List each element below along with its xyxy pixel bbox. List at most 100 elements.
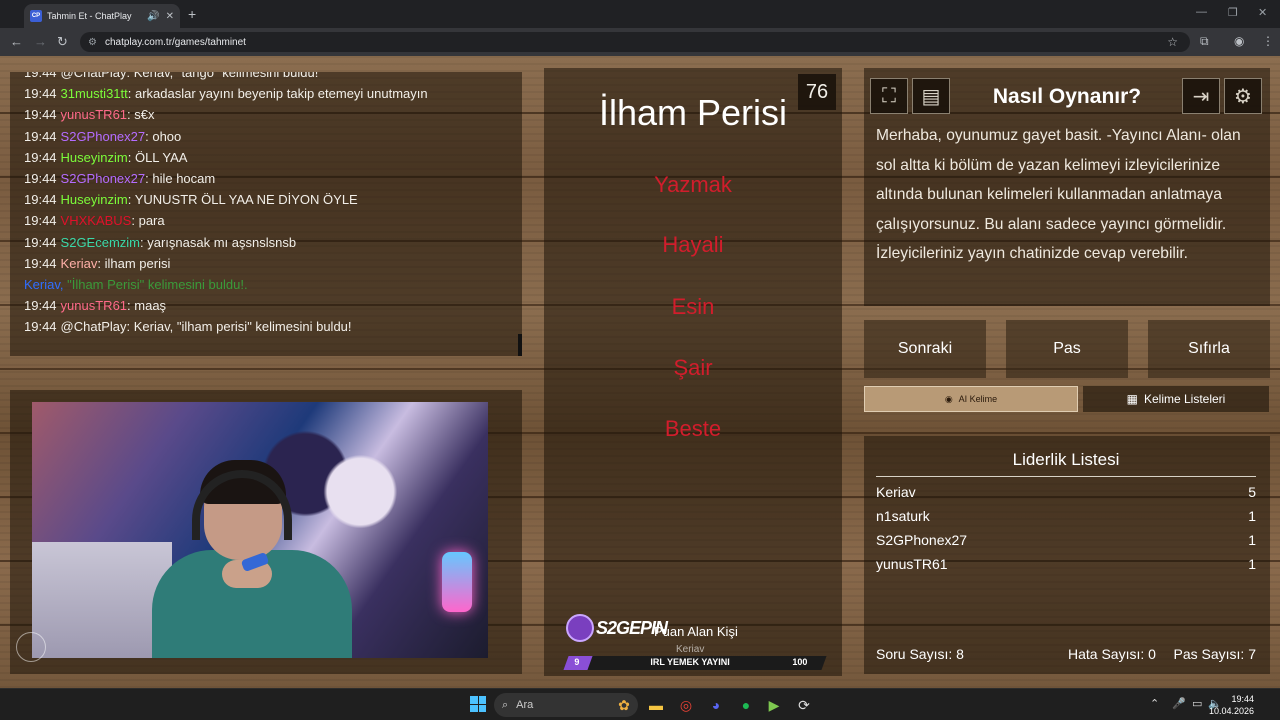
stream-bar: 9 IRL YEMEK YAYINI 100 bbox=[563, 656, 827, 670]
message-user[interactable]: @ChatPlay bbox=[61, 319, 127, 334]
close-tab-icon[interactable]: ✕ bbox=[166, 11, 174, 22]
chrome-icon[interactable]: ◎ bbox=[676, 695, 696, 715]
message-user[interactable]: yunusTR61 bbox=[61, 298, 127, 313]
microphone-icon[interactable]: 🎤 bbox=[1172, 697, 1186, 710]
streamer-area: 76 İlham Perisi Yazmak Hayali Esin Şair … bbox=[544, 68, 842, 676]
message-user[interactable]: yunusTR61 bbox=[61, 107, 127, 122]
message-text: : hile hocam bbox=[145, 171, 216, 187]
chatplay-favicon-icon: CP bbox=[30, 10, 42, 22]
new-tab-icon[interactable]: + bbox=[188, 6, 196, 22]
url-field[interactable]: ⚙ chatplay.com.tr/games/tahminet ☆ bbox=[80, 32, 1190, 52]
chat-message: 19:44 yunusTR61: s€x bbox=[24, 104, 508, 125]
how-to-panel: ⛶ ▤ Nasıl Oynanır? ⇥ ⚙ Merhaba, oyunumuz… bbox=[864, 68, 1270, 306]
file-explorer-icon[interactable]: ▬ bbox=[646, 695, 666, 715]
extensions-icon[interactable]: ⧉ bbox=[1200, 34, 1209, 49]
leaderboard-row: yunusTR61 1 bbox=[876, 556, 1256, 572]
player-name: Keriav bbox=[876, 484, 916, 500]
scorer-label: Puan Alan Kişi bbox=[654, 624, 738, 639]
message-user[interactable]: Keriav bbox=[61, 256, 98, 271]
clock-date: 10.04.2026 bbox=[1208, 706, 1254, 716]
player-name: yunusTR61 bbox=[876, 556, 948, 572]
forbidden-word: Hayali bbox=[662, 232, 724, 257]
url-text: chatplay.com.tr/games/tahminet bbox=[104, 36, 246, 48]
forbidden-word: Şair bbox=[673, 355, 713, 380]
message-time: 19:44 bbox=[24, 234, 57, 250]
back-icon[interactable]: ← bbox=[10, 34, 23, 49]
bookmark-star-icon[interactable]: ☆ bbox=[1167, 35, 1178, 49]
message-text: "İlham Perisi" kelimesini buldu!. bbox=[67, 277, 248, 293]
fullscreen-icon[interactable]: ⛶ bbox=[870, 78, 908, 114]
player-name: S2GPhonex27 bbox=[876, 532, 968, 548]
background-wall bbox=[32, 542, 172, 658]
scorer-name: Keriav bbox=[676, 644, 705, 655]
level-number: 9 bbox=[574, 657, 580, 667]
minimize-icon[interactable]: — bbox=[1196, 6, 1207, 18]
message-user[interactable]: S2GPhonex27 bbox=[61, 129, 146, 144]
brand-logo: S2GEPIN bbox=[566, 614, 668, 642]
chat-scrollbar[interactable] bbox=[518, 334, 522, 356]
document-icon[interactable]: ▤ bbox=[912, 78, 950, 114]
taskbar-clock[interactable]: 19:44 10.04.2026 bbox=[1209, 693, 1254, 717]
chat-message: 19:44 S2GPhonex27: hile hocam bbox=[24, 168, 508, 189]
settings-gear-icon[interactable]: ⚙ bbox=[1224, 78, 1262, 114]
record-circle-button[interactable] bbox=[16, 632, 46, 662]
message-text: : maaş bbox=[127, 298, 167, 314]
profile-avatar-icon[interactable]: ◉ bbox=[1234, 34, 1244, 48]
restore-icon[interactable]: ❐ bbox=[1228, 6, 1238, 19]
forbidden-word: Esin bbox=[671, 294, 715, 319]
app-arrow-icon[interactable]: ▶ bbox=[764, 695, 784, 715]
windows-start-icon[interactable] bbox=[470, 696, 486, 712]
browser-tab-bar: CP Tahmin Et - ChatPlay 🔊 ✕ + — ❐ ✕ bbox=[0, 0, 1280, 28]
ai-word-label: AI Kelime bbox=[958, 394, 998, 404]
forbidden-word: Beste bbox=[664, 416, 722, 441]
pass-button[interactable]: Pas bbox=[1006, 320, 1128, 378]
message-text: : Keriav, "ilham perisi" kelimesini buld… bbox=[126, 319, 352, 335]
message-time: 19:44 bbox=[24, 213, 57, 229]
message-user[interactable]: Huseyinzim bbox=[61, 192, 128, 207]
chat-message: 19:44 S2GEcemzim: yarışnasak mı aşsnslsns… bbox=[24, 232, 508, 253]
tray-expand-icon[interactable]: ⌃ bbox=[1150, 697, 1159, 710]
leaderboard-row: Keriav 5 bbox=[876, 484, 1256, 500]
word-lists-button[interactable]: ▦ Kelime Listeleri bbox=[1083, 386, 1269, 412]
chat-message: Keriav, "İlham Perisi" kelimesini buldu!… bbox=[24, 274, 508, 295]
message-user[interactable]: Huseyinzim bbox=[61, 150, 128, 165]
search-placeholder: Ara bbox=[516, 699, 534, 711]
tab-title: Tahmin Et - ChatPlay bbox=[47, 11, 132, 21]
message-user[interactable]: S2GEcemzim bbox=[61, 235, 140, 250]
player-name: n1saturk bbox=[876, 508, 930, 524]
spotify-icon[interactable]: ● bbox=[736, 695, 756, 715]
discord-icon[interactable]: ◕ bbox=[706, 695, 726, 715]
address-bar: ← → ↻ ⚙ chatplay.com.tr/games/tahminet ☆… bbox=[0, 28, 1280, 56]
message-user[interactable]: S2GPhonex27 bbox=[61, 171, 146, 186]
forward-icon[interactable]: → bbox=[34, 34, 47, 49]
message-user[interactable]: VHXKABUS bbox=[61, 213, 132, 228]
webcam-video bbox=[32, 402, 488, 658]
chat-panel: 19:44 @ChatPlay: Keriav, "tango" kelimesi… bbox=[10, 72, 522, 356]
search-icon: ⌕ bbox=[502, 698, 509, 711]
speaker-icon[interactable]: 🔊 bbox=[147, 11, 159, 22]
app-circle-icon[interactable]: ⟳ bbox=[794, 695, 814, 715]
reload-icon[interactable]: ↻ bbox=[57, 34, 68, 50]
chat-message: 19:44 @ChatPlay: Keriav, "tango" kelimesi… bbox=[24, 72, 508, 83]
network-icon[interactable]: ▭ bbox=[1192, 697, 1202, 710]
message-user[interactable]: Keriav, bbox=[24, 277, 67, 292]
widget-icon[interactable]: ✿ bbox=[614, 695, 634, 715]
message-text: : Keriav, "tango" kelimesini buldu! bbox=[126, 72, 319, 80]
menu-dots-icon[interactable]: ⋮ bbox=[1262, 34, 1274, 48]
message-user[interactable]: @ChatPlay bbox=[61, 72, 127, 80]
message-user[interactable]: 31musti31tt bbox=[61, 86, 128, 101]
browser-tab[interactable]: CP Tahmin Et - ChatPlay 🔊 ✕ bbox=[24, 4, 180, 28]
eye-logo-icon bbox=[566, 614, 594, 642]
reset-button[interactable]: Sıfırla bbox=[1148, 320, 1270, 378]
next-button[interactable]: Sonraki bbox=[864, 320, 986, 378]
message-time: 19:44 bbox=[24, 319, 57, 335]
webcam-panel bbox=[10, 390, 522, 674]
close-window-icon[interactable]: ✕ bbox=[1258, 6, 1267, 19]
clipboard-icon: ▦ bbox=[1126, 392, 1138, 406]
site-info-icon[interactable]: ⚙ bbox=[88, 37, 97, 48]
exit-icon[interactable]: ⇥ bbox=[1182, 78, 1220, 114]
player-score: 1 bbox=[1248, 508, 1256, 524]
ai-word-button[interactable]: ◉ AI Kelime bbox=[864, 386, 1078, 412]
error-count: Hata Sayısı: 0 bbox=[1068, 646, 1156, 662]
chat-message: 19:44 Huseyinzim: YUNUSTR ÖLL YAA NE DİYO… bbox=[24, 189, 508, 210]
